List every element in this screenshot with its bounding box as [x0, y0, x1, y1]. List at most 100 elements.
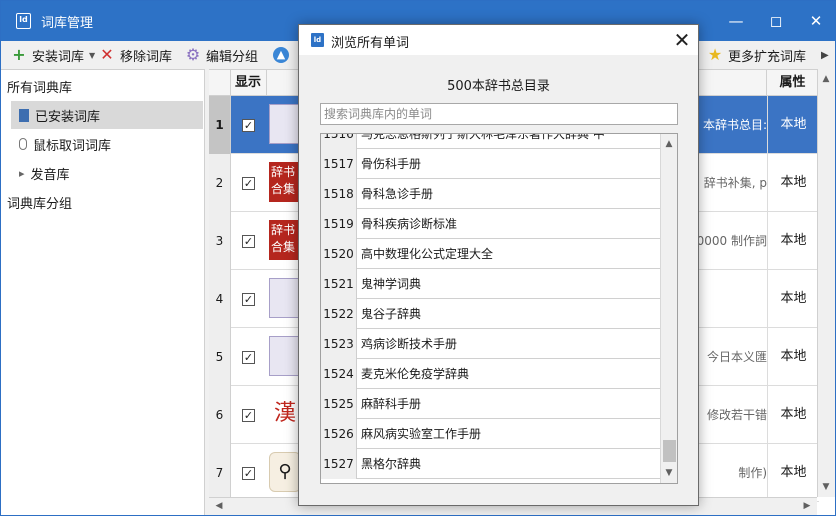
dict-attribute: 本地	[767, 154, 819, 212]
row-number: 3	[209, 212, 231, 270]
dict-cover-cihe-icon: 辞书合集	[269, 220, 301, 260]
sidebar-all-label: 所有词典库	[7, 80, 73, 96]
list-item-number: 1521	[321, 269, 357, 299]
list-item[interactable]: 1525 麻醉科手册	[321, 389, 660, 419]
row-number: 1	[209, 96, 231, 154]
display-checkbox[interactable]: ✓	[242, 177, 255, 190]
list-item-number: 1517	[321, 149, 357, 179]
scroll-down-arrow-icon[interactable]: ▼	[818, 479, 834, 495]
table-vertical-scrollbar[interactable]: ▲ ▼	[817, 69, 835, 497]
list-item-number: 1519	[321, 209, 357, 239]
list-item-number: 1518	[321, 179, 357, 209]
list-item-text: 骨科急诊手册	[361, 187, 434, 201]
sidebar-item-mouse[interactable]: 鼠标取词词库	[11, 130, 203, 158]
app-icon: ld	[16, 13, 31, 29]
dialog-title-bar[interactable]: ld 浏览所有单词 ✕	[299, 25, 698, 55]
display-checkbox[interactable]: ✓	[242, 293, 255, 306]
scroll-thumb[interactable]	[663, 440, 676, 462]
sidebar-item-label: 已安装词库	[35, 109, 101, 125]
plus-icon: +	[12, 45, 26, 64]
dict-cover-cihe-icon: 辞书合集	[269, 162, 301, 202]
sidebar: 所有词典库 已安装词库 鼠标取词词库 ▸ 发音库 词典库分组	[1, 69, 205, 515]
scroll-up-arrow-icon[interactable]: ▲	[818, 71, 834, 87]
word-search-input[interactable]	[320, 103, 678, 125]
dict-cover-han-icon: 漢	[269, 394, 301, 434]
word-list-scrollbar[interactable]: ▲ ▼	[660, 134, 677, 483]
list-item-number: 1523	[321, 329, 357, 359]
row-number: 2	[209, 154, 231, 212]
dropdown-arrow-icon[interactable]: ▼	[89, 51, 95, 60]
install-dict-button[interactable]: + 安装词库 ▼	[11, 45, 95, 65]
sidebar-groups[interactable]: 词典库分组	[1, 188, 205, 216]
dict-cover-book-icon	[269, 336, 301, 376]
sidebar-item-audio[interactable]: ▸ 发音库	[11, 159, 203, 187]
mouse-icon	[19, 138, 27, 150]
list-item-number: 1520	[321, 239, 357, 269]
minimize-button[interactable]: —	[716, 1, 756, 41]
scroll-up-arrow-icon[interactable]: ▲	[661, 136, 677, 152]
dict-cover-book-icon	[269, 278, 301, 318]
sidebar-item-label: 发音库	[30, 167, 70, 183]
list-item[interactable]: 1524 麦克米伦免疫学辞典	[321, 359, 660, 389]
header-attr[interactable]: 属性	[767, 70, 819, 96]
dialog-app-icon: ld	[311, 33, 324, 47]
list-item-number: 1516	[321, 134, 357, 149]
move-up-button[interactable]: ▲	[273, 45, 289, 65]
maximize-button[interactable]: ◻	[756, 1, 796, 41]
install-label: 安装词库	[32, 49, 85, 65]
header-rownum	[209, 70, 231, 96]
list-item[interactable]: 1522 鬼谷子辞典	[321, 299, 660, 329]
display-checkbox[interactable]: ✓	[242, 235, 255, 248]
list-item[interactable]: 1527 黑格尔辞典	[321, 449, 660, 479]
header-display[interactable]: 显示	[231, 70, 267, 96]
window-title: 词库管理	[41, 16, 94, 31]
list-item-text: 鸡病诊断技术手册	[361, 337, 458, 351]
scroll-down-arrow-icon[interactable]: ▼	[661, 465, 677, 481]
list-item[interactable]: 1521 鬼神学词典	[321, 269, 660, 299]
display-checkbox[interactable]: ✓	[242, 409, 255, 422]
edit-group-button[interactable]: ⚙ 编辑分组	[185, 45, 258, 65]
word-list: 1516 马克思恩格斯列宁斯大林毛泽东著作大辞典 中 1517 骨伤科手册 15…	[320, 133, 678, 484]
dialog-close-button[interactable]: ✕	[669, 27, 695, 53]
list-item[interactable]: 1518 骨科急诊手册	[321, 179, 660, 209]
close-button[interactable]: ✕	[796, 1, 836, 41]
more-dicts-button[interactable]: ★ 更多扩充词库	[707, 45, 806, 65]
toolbar-overflow-arrow[interactable]: ▶	[821, 45, 829, 65]
sidebar-all-dicts[interactable]: 所有词典库	[1, 72, 205, 100]
dialog-title: 浏览所有单词	[331, 36, 410, 51]
list-item-text: 马克思恩格斯列宁斯大林毛泽东著作大辞典 中	[361, 133, 605, 141]
scroll-left-arrow-icon[interactable]: ◀	[211, 498, 227, 514]
list-item-text: 骨科疾病诊断标准	[361, 217, 458, 231]
remove-dict-button[interactable]: ✕ 移除词库	[99, 45, 172, 65]
display-checkbox[interactable]: ✓	[242, 119, 255, 132]
dict-cover-search-icon: ⚲	[269, 452, 301, 492]
arrow-up-icon: ▲	[273, 47, 289, 63]
list-item-number: 1524	[321, 359, 357, 389]
book-icon	[19, 108, 29, 122]
list-item[interactable]: 1520 高中数理化公式定理大全	[321, 239, 660, 269]
star-icon: ★	[707, 45, 723, 64]
list-item-text: 高中数理化公式定理大全	[361, 247, 494, 261]
list-item[interactable]: 1516 马克思恩格斯列宁斯大林毛泽东著作大辞典 中	[321, 133, 660, 149]
dict-cover-book-icon	[269, 104, 301, 144]
list-item[interactable]: 1523 鸡病诊断技术手册	[321, 329, 660, 359]
edit-group-label: 编辑分组	[206, 49, 259, 65]
list-item[interactable]: 1519 骨科疾病诊断标准	[321, 209, 660, 239]
sidebar-item-installed[interactable]: 已安装词库	[11, 101, 203, 129]
remove-label: 移除词库	[120, 49, 173, 65]
display-checkbox[interactable]: ✓	[242, 467, 255, 480]
sidebar-item-label: 鼠标取词词库	[33, 138, 112, 154]
list-item-text: 黑格尔辞典	[361, 457, 422, 471]
dict-attribute: 本地	[767, 270, 819, 328]
row-number: 6	[209, 386, 231, 444]
dict-attribute: 本地	[767, 328, 819, 386]
row-number: 5	[209, 328, 231, 386]
list-item[interactable]: 1517 骨伤科手册	[321, 149, 660, 179]
scroll-right-arrow-icon[interactable]: ▶	[799, 498, 815, 514]
row-number: 7	[209, 444, 231, 502]
browse-words-dialog: ld 浏览所有单词 ✕ 500本辞书总目录 1516 马克思恩格斯列宁斯大林毛泽…	[298, 24, 699, 506]
dialog-heading: 500本辞书总目录	[447, 79, 550, 94]
list-item[interactable]: 1526 麻风病实验室工作手册	[321, 419, 660, 449]
dict-attribute: 本地	[767, 96, 819, 154]
display-checkbox[interactable]: ✓	[242, 351, 255, 364]
